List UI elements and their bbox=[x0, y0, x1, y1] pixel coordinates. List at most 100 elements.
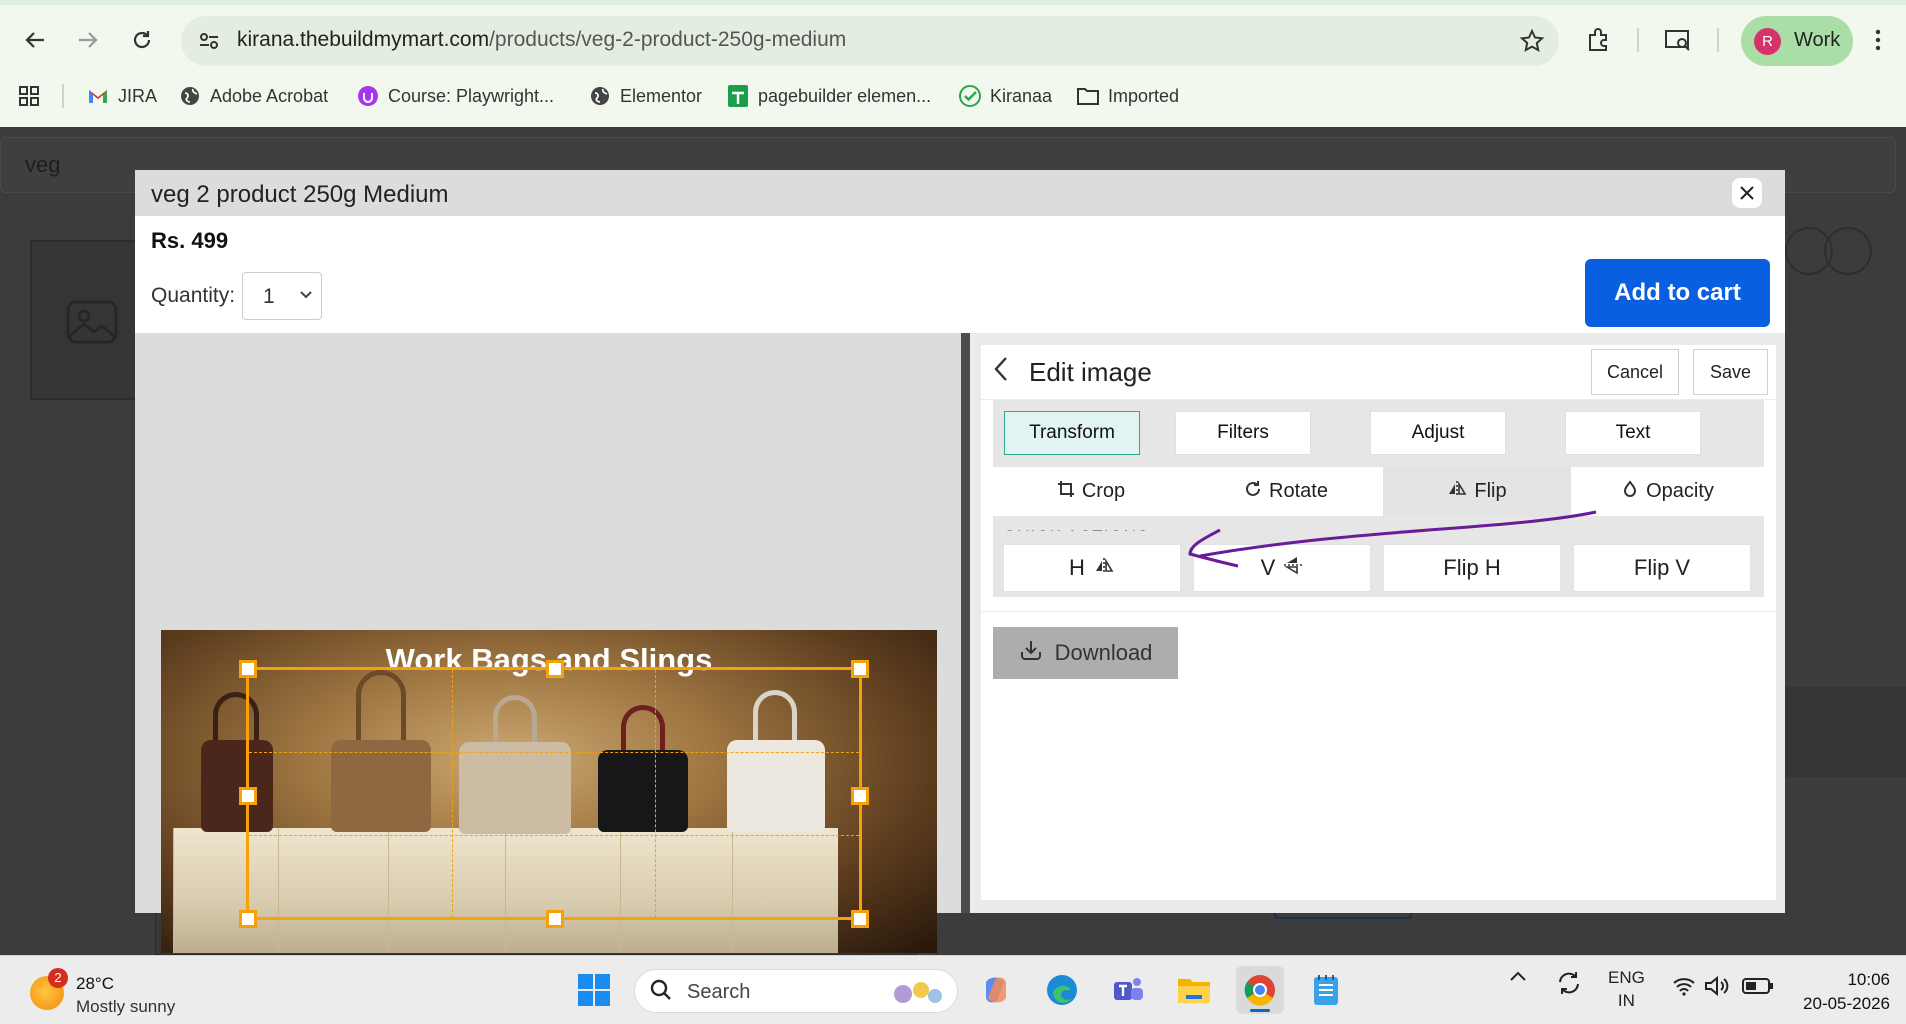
bookmark-course-playwright[interactable]: Course: Playwright... bbox=[356, 80, 554, 112]
back-button[interactable] bbox=[17, 22, 53, 58]
subtab-label: Opacity bbox=[1646, 480, 1714, 502]
bookmark-pagebuilder[interactable]: pagebuilder elemen... bbox=[726, 80, 931, 112]
gmail-icon bbox=[86, 84, 110, 108]
chrome-taskbar-icon[interactable] bbox=[1236, 966, 1284, 1014]
clock-time: 10:06 bbox=[1847, 970, 1890, 989]
background-circle-icon-2 bbox=[1824, 227, 1872, 275]
annotation-arrow bbox=[1188, 510, 1597, 568]
tab-adjust[interactable]: Adjust bbox=[1370, 411, 1506, 455]
product-image[interactable]: Work Bags and Slings bbox=[161, 630, 937, 953]
crop-handle-bottom-right[interactable] bbox=[851, 910, 869, 928]
close-button[interactable] bbox=[1732, 178, 1762, 208]
crop-handle-top-right[interactable] bbox=[851, 660, 869, 678]
flip-horizontal-icon bbox=[1093, 555, 1115, 581]
windows-start-icon[interactable] bbox=[570, 966, 618, 1014]
panel-separator bbox=[981, 611, 1776, 612]
add-to-cart-button[interactable]: Add to cart bbox=[1585, 259, 1770, 327]
crop-handle-top-left[interactable] bbox=[239, 660, 257, 678]
bookmark-jira[interactable]: JIRA bbox=[86, 80, 157, 112]
teams-icon[interactable] bbox=[1104, 966, 1152, 1014]
url-host: kirana.thebuildmymart.com bbox=[237, 28, 490, 51]
save-button[interactable]: Save bbox=[1693, 349, 1768, 395]
quantity-label: Quantity: bbox=[151, 284, 236, 307]
chevron-down-icon bbox=[299, 287, 313, 305]
crop-box[interactable] bbox=[239, 660, 869, 928]
quantity-value: 1 bbox=[263, 285, 275, 308]
panel-title: Edit image bbox=[1029, 357, 1152, 387]
tab-transform[interactable]: Transform bbox=[1004, 411, 1140, 455]
udemy-icon bbox=[356, 84, 380, 108]
back-chevron-icon[interactable] bbox=[993, 355, 1009, 391]
system-clock[interactable]: 10:06 20-05-2026 bbox=[1790, 968, 1890, 1016]
menu-kebab-icon[interactable] bbox=[1868, 22, 1888, 58]
cancel-button[interactable]: Cancel bbox=[1591, 349, 1679, 395]
image-placeholder-icon bbox=[66, 300, 118, 344]
taskbar-search[interactable]: Search bbox=[634, 969, 958, 1013]
chevron-up-icon[interactable] bbox=[1508, 968, 1528, 988]
battery-icon[interactable] bbox=[1742, 978, 1774, 999]
cast-search-icon[interactable] bbox=[1660, 22, 1696, 58]
crop-handle-bottom[interactable] bbox=[546, 910, 564, 928]
pane-divider[interactable] bbox=[961, 333, 970, 913]
language-code: ENG bbox=[1608, 968, 1645, 987]
bookmark-label: JIRA bbox=[118, 85, 158, 106]
bookmark-elementor[interactable]: Elementor bbox=[588, 80, 702, 112]
browser-chrome: kirana.thebuildmymart.com/products/veg-2… bbox=[0, 0, 1906, 127]
close-icon bbox=[1740, 186, 1754, 200]
tab-text[interactable]: Text bbox=[1565, 411, 1701, 455]
background-thumbnail bbox=[30, 240, 140, 400]
bookmark-adobe-acrobat[interactable]: Adobe Acrobat bbox=[178, 80, 328, 112]
tab-filters[interactable]: Filters bbox=[1175, 411, 1311, 455]
address-bar[interactable]: kirana.thebuildmymart.com/products/veg-2… bbox=[181, 16, 1559, 66]
quick-action-label: H bbox=[1069, 555, 1085, 580]
bookmark-label: Adobe Acrobat bbox=[210, 85, 329, 106]
bookmark-star-icon[interactable] bbox=[1520, 29, 1544, 53]
bookmark-imported[interactable]: Imported bbox=[1076, 80, 1179, 112]
avatar: R bbox=[1754, 28, 1781, 55]
file-explorer-icon[interactable] bbox=[1170, 966, 1218, 1014]
flip-h-icon-button[interactable]: H bbox=[1003, 544, 1181, 592]
notification-badge: 2 bbox=[48, 968, 68, 988]
subtab-label: Crop bbox=[1081, 480, 1126, 502]
forward-button[interactable] bbox=[70, 22, 106, 58]
extensions-icon[interactable] bbox=[1580, 22, 1616, 58]
bookmark-label: Course: Playwright... bbox=[388, 85, 555, 106]
bookmarks-bar: JIRA Adobe Acrobat Course: Playwright...… bbox=[0, 80, 1906, 112]
background-search-value: veg bbox=[25, 152, 61, 177]
quantity-select[interactable]: 1 bbox=[242, 272, 322, 320]
background-panel bbox=[1780, 687, 1906, 777]
crop-handle-left[interactable] bbox=[239, 787, 257, 805]
profile-button[interactable]: R Work bbox=[1741, 16, 1853, 66]
bookmarks-divider bbox=[62, 84, 64, 108]
profile-label: Work bbox=[1794, 29, 1841, 51]
download-button[interactable]: Download bbox=[993, 627, 1178, 679]
crop-handle-bottom-left[interactable] bbox=[239, 910, 257, 928]
opacity-icon bbox=[1621, 480, 1639, 503]
language-indicator[interactable]: ENG IN bbox=[1608, 966, 1645, 1012]
crop-handle-top[interactable] bbox=[546, 660, 564, 678]
modal-header: veg 2 product 250g Medium bbox=[135, 170, 1785, 216]
product-modal: veg 2 product 250g Medium Rs. 499 Quanti… bbox=[135, 170, 1785, 953]
notepad-icon[interactable] bbox=[1302, 966, 1350, 1014]
copilot-icon[interactable] bbox=[972, 966, 1020, 1014]
search-label: Search bbox=[687, 981, 751, 1003]
sync-icon[interactable] bbox=[1556, 970, 1582, 1001]
bookmark-kiranaa[interactable]: Kiranaa bbox=[958, 80, 1052, 112]
clock-date: 20-05-2026 bbox=[1803, 994, 1890, 1013]
reload-icon bbox=[133, 31, 151, 49]
toolbar-divider bbox=[1637, 28, 1639, 52]
edit-image-panel: Edit image Cancel Save Transform Filters… bbox=[981, 345, 1776, 900]
apps-grid-icon[interactable] bbox=[18, 80, 40, 112]
folder-icon bbox=[1076, 84, 1100, 108]
volume-icon[interactable] bbox=[1704, 975, 1730, 1001]
crop-handle-right[interactable] bbox=[851, 787, 869, 805]
globe-icon bbox=[588, 84, 612, 108]
url-text[interactable]: kirana.thebuildmymart.com/products/veg-2… bbox=[237, 28, 846, 52]
edge-icon[interactable] bbox=[1038, 966, 1086, 1014]
forward-arrow-icon bbox=[79, 32, 98, 48]
weather-widget[interactable]: 2 28°C Mostly sunny bbox=[26, 966, 226, 1016]
taskbar: 2 28°C Mostly sunny Search ENG IN 10:06 … bbox=[0, 955, 1906, 1024]
reload-button[interactable] bbox=[124, 22, 160, 58]
site-info-icon[interactable] bbox=[197, 29, 221, 53]
wifi-icon[interactable] bbox=[1672, 976, 1696, 1001]
